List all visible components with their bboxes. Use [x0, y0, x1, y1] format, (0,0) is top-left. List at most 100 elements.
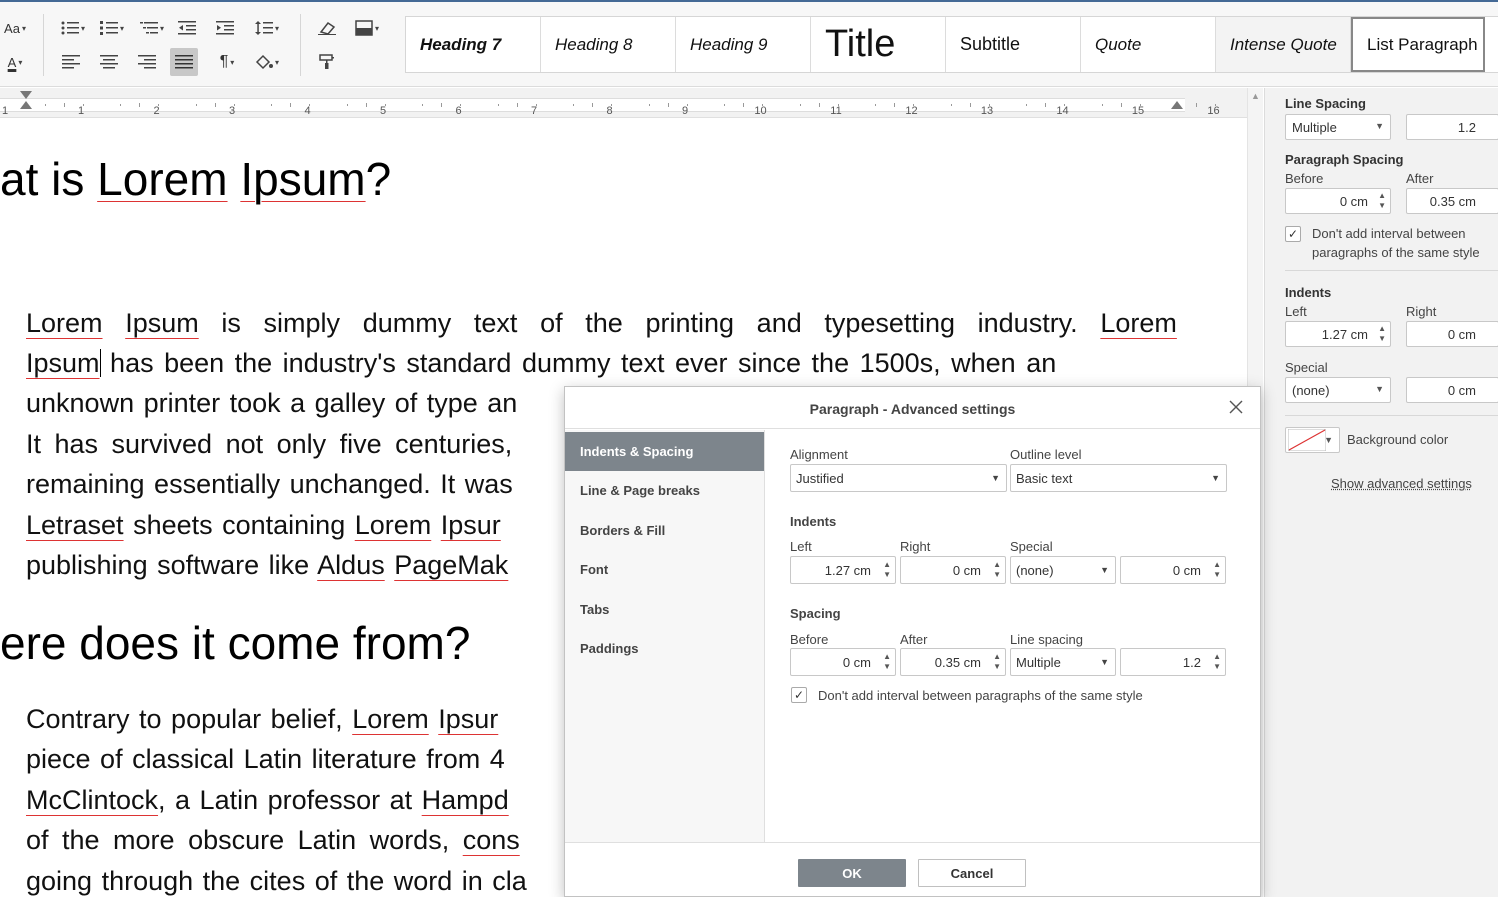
- ruler-tick: [460, 104, 462, 106]
- spinner-icon[interactable]: ▲ ▼: [1378, 191, 1386, 211]
- right-indent-marker[interactable]: [1171, 101, 1183, 109]
- tab-indents-spacing[interactable]: Indents & Spacing: [565, 432, 764, 471]
- dont-add-interval-checkbox[interactable]: ✓: [1285, 226, 1301, 242]
- spacing-after-input[interactable]: 0.35 cm: [1406, 188, 1498, 214]
- ruler-number: 9: [681, 105, 689, 117]
- dont-add-interval-label: Don't add interval between paragraphs of…: [1312, 226, 1480, 260]
- ruler-number: 7: [530, 105, 538, 117]
- line-spacing-type-select[interactable]: Multiple ▼: [1285, 114, 1391, 140]
- line-spacing-type-select[interactable]: Multiple ▼: [1010, 648, 1116, 676]
- style-heading-8[interactable]: Heading 8: [541, 17, 676, 72]
- indent-left-input[interactable]: 1.27 cm ▲ ▼: [1285, 321, 1391, 347]
- tab-borders-fill[interactable]: Borders & Fill: [565, 511, 764, 550]
- chevron-down-icon: ▼: [1211, 473, 1220, 483]
- cancel-button[interactable]: Cancel: [918, 859, 1026, 887]
- nonprinting-characters-button[interactable]: ¶ ▾: [212, 50, 242, 74]
- tab-font[interactable]: Font: [565, 550, 764, 589]
- multilevel-list-icon: [139, 22, 158, 34]
- spinner-icon[interactable]: ▲ ▼: [993, 652, 1001, 672]
- dont-add-interval-checkbox[interactable]: ✓: [791, 687, 807, 703]
- decrease-indent-icon: [178, 21, 196, 35]
- paragraph-shading-button[interactable]: ▾: [252, 50, 282, 74]
- style-quote[interactable]: Quote: [1081, 17, 1216, 72]
- clear-style-button[interactable]: [312, 16, 342, 40]
- scroll-up-arrow-icon[interactable]: ▲: [1251, 91, 1260, 101]
- style-heading-7[interactable]: Heading 7: [406, 17, 541, 72]
- spinner-icon[interactable]: ▲ ▼: [883, 560, 891, 580]
- horizontal-ruler[interactable]: 11234567891011121314151617: [0, 88, 1295, 118]
- line-spacing-value-input[interactable]: 1.2: [1406, 114, 1498, 140]
- toolbar-divider: [43, 14, 44, 76]
- chevron-down-icon: ▼: [1375, 384, 1384, 394]
- copy-style-button[interactable]: [312, 50, 342, 74]
- line-spacing-button[interactable]: ▾: [252, 16, 282, 40]
- left-indent-marker[interactable]: [20, 101, 32, 109]
- paragraph-line: Letraset sheets containing Lorem Ipsur: [26, 510, 501, 540]
- align-right-button[interactable]: [132, 50, 162, 74]
- special-indent-select[interactable]: (none) ▼: [1010, 556, 1116, 584]
- indent-right-input[interactable]: 0 cm ▲ ▼: [900, 556, 1006, 584]
- shading-button[interactable]: ▾: [352, 16, 382, 40]
- ruler-tick: [686, 104, 688, 106]
- close-button[interactable]: [1226, 397, 1246, 417]
- alignment-select[interactable]: Justified ▼: [790, 464, 1007, 492]
- numbered-list-button[interactable]: ▾: [97, 16, 127, 40]
- special-label: Special: [1285, 360, 1328, 375]
- spinner-icon[interactable]: ▲ ▼: [883, 652, 891, 672]
- special-indent-input[interactable]: 0 cm ▲ ▼: [1120, 556, 1226, 584]
- style-label: Heading 7: [420, 34, 502, 54]
- alignment-label: Alignment: [790, 447, 848, 462]
- font-color-button[interactable]: A ▾: [0, 50, 30, 74]
- chevron-down-icon: ▼: [1324, 435, 1333, 445]
- show-advanced-settings-link[interactable]: Show advanced settings: [1331, 476, 1472, 491]
- tab-tabs[interactable]: Tabs: [565, 590, 764, 629]
- first-line-indent-marker[interactable]: [20, 91, 32, 99]
- style-heading-9[interactable]: Heading 9: [676, 17, 811, 72]
- ruler-number: 6: [455, 105, 462, 117]
- align-center-button[interactable]: [94, 50, 124, 74]
- ruler-tick: [195, 104, 197, 106]
- bullets-list-button[interactable]: ▾: [58, 16, 88, 40]
- align-left-button[interactable]: [56, 50, 86, 74]
- spinner-icon[interactable]: ▲ ▼: [1213, 652, 1221, 672]
- style-list-paragraph[interactable]: List Paragraph: [1351, 17, 1485, 72]
- ok-button[interactable]: OK: [798, 859, 906, 887]
- special-indent-select[interactable]: (none) ▼: [1285, 377, 1391, 403]
- ruler-tick: [743, 103, 745, 107]
- background-color-picker[interactable]: ▼: [1285, 427, 1340, 453]
- line-spacing-value-input[interactable]: 1.2 ▲ ▼: [1120, 648, 1226, 676]
- spinner-icon[interactable]: ▲ ▼: [1378, 324, 1386, 344]
- spinner-icon[interactable]: ▲ ▼: [993, 560, 1001, 580]
- line-spacing-title: Line Spacing: [1285, 96, 1366, 111]
- decrease-indent-button[interactable]: [172, 16, 202, 40]
- spacing-before-input[interactable]: 0 cm ▲ ▼: [1285, 188, 1391, 214]
- outline-level-select[interactable]: Basic text ▼: [1010, 464, 1227, 492]
- ruler-tick: [1064, 104, 1066, 106]
- tab-line-page-breaks[interactable]: Line & Page breaks: [565, 471, 764, 510]
- spinner-icon[interactable]: ▲ ▼: [1213, 560, 1221, 580]
- justify-button[interactable]: [170, 48, 198, 76]
- ruler-number: 13: [980, 105, 994, 117]
- paragraph-line: Contrary to popular belief, Lorem Ipsur: [26, 704, 499, 734]
- indent-left-input[interactable]: 1.27 cm ▲ ▼: [790, 556, 896, 584]
- special-indent-input[interactable]: 0 cm: [1406, 377, 1498, 403]
- change-case-button[interactable]: Aa ▾: [0, 16, 30, 40]
- style-intense-quote[interactable]: Intense Quote: [1216, 17, 1351, 72]
- paragraph-line: of the more obscure Latin words, cons: [26, 825, 520, 855]
- spacing-before-input[interactable]: 0 cm ▲ ▼: [790, 648, 896, 676]
- ruler-tick: [1045, 103, 1047, 107]
- style-subtitle[interactable]: Subtitle: [946, 17, 1081, 72]
- dialog-title: Paragraph - Advanced settings: [809, 401, 1016, 417]
- paragraph-line: McClintock, a Latin professor at Hampd: [26, 785, 509, 815]
- style-title[interactable]: Title: [811, 17, 946, 72]
- ruler-tick: [724, 104, 726, 106]
- increase-indent-button[interactable]: [210, 16, 240, 40]
- document-heading: at is Lorem Ipsum?: [0, 153, 392, 205]
- eraser-icon: [318, 21, 336, 35]
- ruler-tick: [762, 104, 764, 106]
- spacing-after-input[interactable]: 0.35 cm ▲ ▼: [900, 648, 1006, 676]
- indent-right-input[interactable]: 0 cm: [1406, 321, 1498, 347]
- multilevel-list-button[interactable]: ▾: [137, 16, 167, 40]
- ruler-tick: [139, 103, 141, 107]
- tab-paddings[interactable]: Paddings: [565, 629, 764, 668]
